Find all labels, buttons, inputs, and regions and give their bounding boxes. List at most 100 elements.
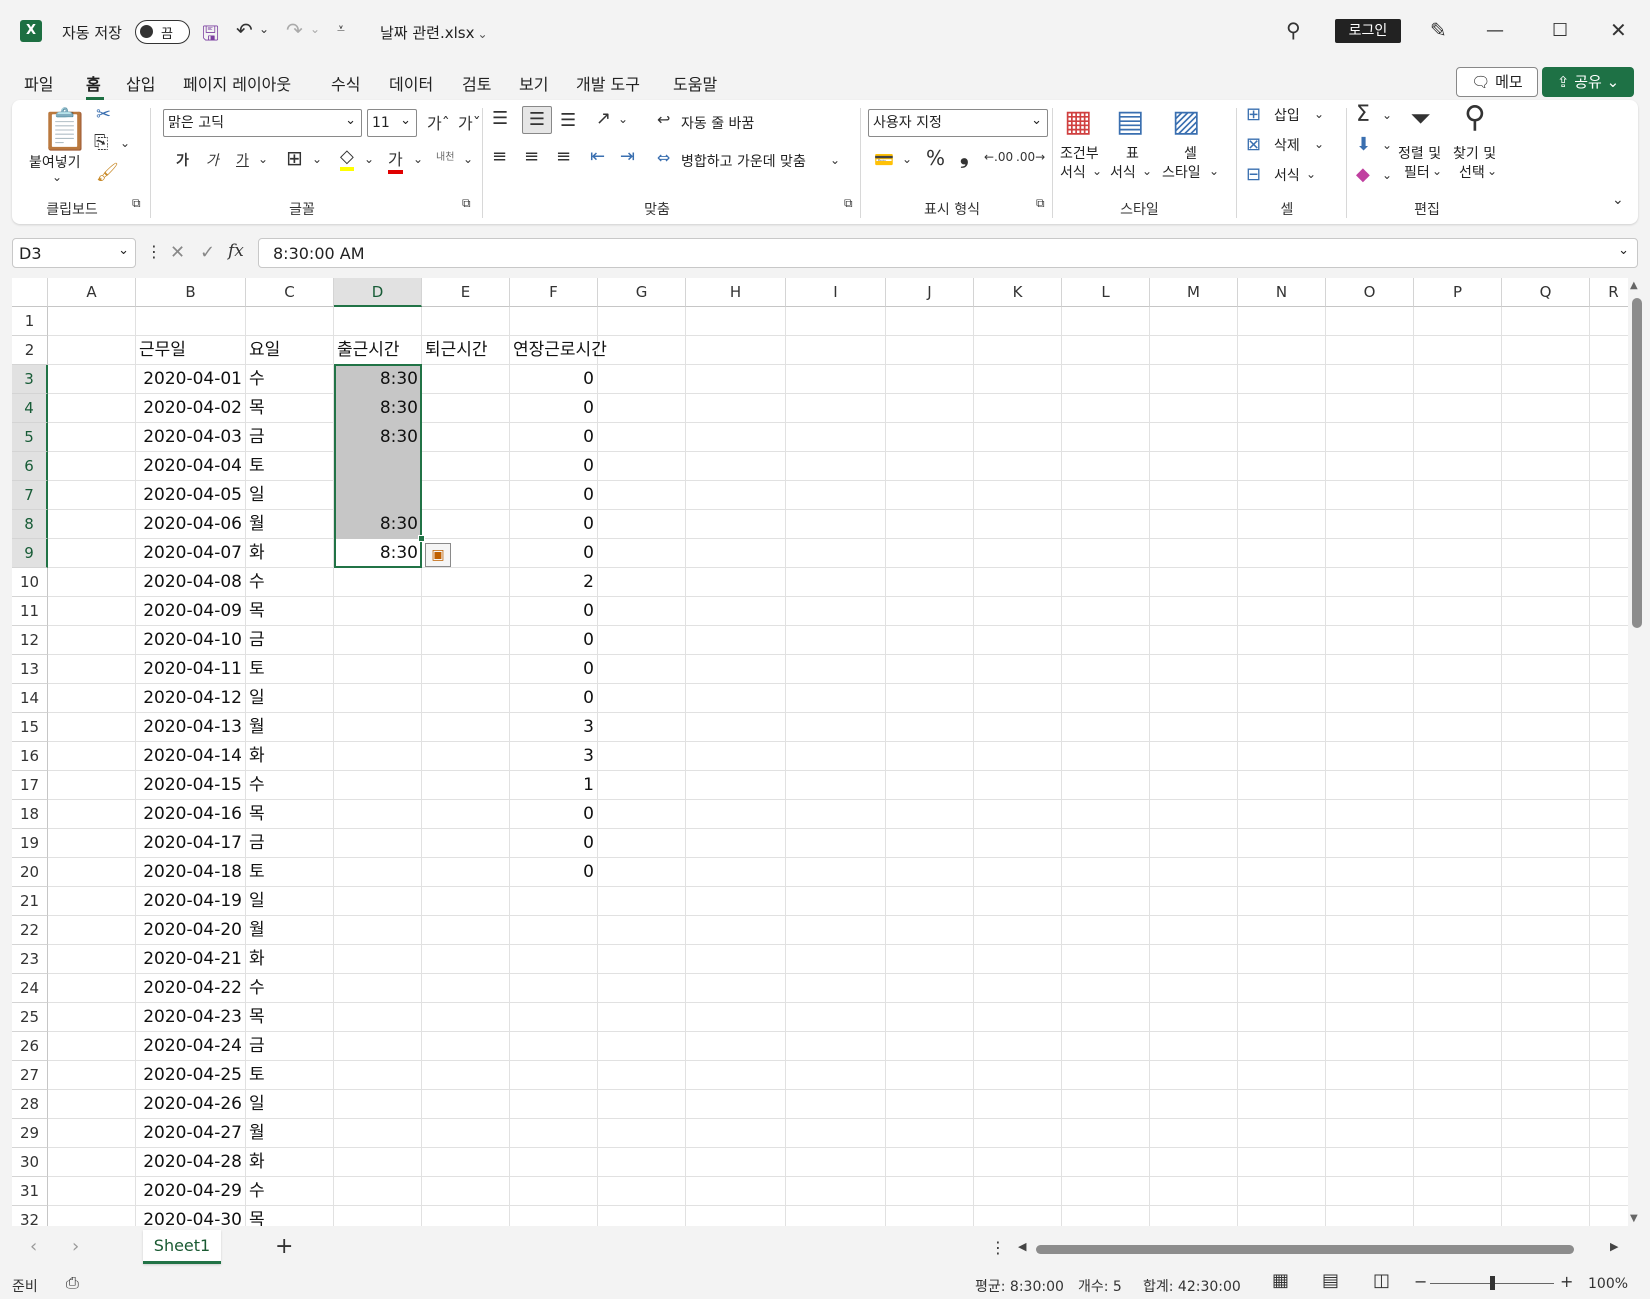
- row-header-15[interactable]: 15: [12, 713, 48, 742]
- row-header-28[interactable]: 28: [12, 1090, 48, 1119]
- tab-insert[interactable]: 삽입: [126, 71, 155, 95]
- col-header-q[interactable]: Q: [1502, 278, 1590, 307]
- search-icon[interactable]: ⚲: [1286, 18, 1301, 42]
- fill-color-icon[interactable]: ◇: [340, 146, 354, 171]
- tab-review[interactable]: 검토: [462, 71, 491, 95]
- scroll-left-icon[interactable]: ◀: [1018, 1240, 1026, 1253]
- status-sum[interactable]: 합계: 42:30:00: [1143, 1276, 1241, 1296]
- cell-b10[interactable]: 2020-04-08: [136, 568, 246, 597]
- format-as-table-label1[interactable]: 표: [1126, 143, 1139, 163]
- col-header-d[interactable]: D: [334, 278, 422, 307]
- col-header-f[interactable]: F: [510, 278, 598, 307]
- alignment-launcher-icon[interactable]: ⧉: [844, 196, 853, 211]
- clear-dropdown-icon[interactable]: ⌄: [1382, 168, 1392, 182]
- row-header-31[interactable]: 31: [12, 1177, 48, 1206]
- tab-file[interactable]: 파일: [24, 71, 53, 95]
- row-header-20[interactable]: 20: [12, 858, 48, 887]
- bold-button[interactable]: 가: [176, 150, 189, 170]
- row-header-14[interactable]: 14: [12, 684, 48, 713]
- tab-formulas[interactable]: 수식: [331, 71, 360, 95]
- cut-icon[interactable]: ✂: [96, 104, 111, 125]
- cell-c31[interactable]: 수: [249, 1177, 265, 1206]
- cell-c28[interactable]: 일: [249, 1090, 265, 1119]
- cell-b30[interactable]: 2020-04-28: [136, 1148, 246, 1177]
- cell-c23[interactable]: 화: [249, 945, 265, 974]
- decrease-font-icon[interactable]: 가ˇ: [458, 110, 481, 134]
- save-icon[interactable]: 🖫: [202, 19, 219, 53]
- increase-decimal-icon[interactable]: ←.00: [984, 150, 1013, 164]
- cell-b6[interactable]: 2020-04-04: [136, 452, 246, 481]
- cell-c32[interactable]: 목: [249, 1206, 265, 1226]
- cell-c12[interactable]: 금: [249, 626, 265, 655]
- cell-d3[interactable]: 8:30: [334, 365, 422, 394]
- autosum-icon[interactable]: Σ: [1356, 102, 1370, 127]
- paste-dropdown-icon[interactable]: ⌄: [52, 170, 62, 184]
- col-header-c[interactable]: C: [246, 278, 334, 307]
- cell-c5[interactable]: 금: [249, 423, 265, 452]
- row-header-16[interactable]: 16: [12, 742, 48, 771]
- cell-c6[interactable]: 토: [249, 452, 265, 481]
- cell-b9[interactable]: 2020-04-07: [136, 539, 246, 568]
- row-header-6[interactable]: 6: [12, 452, 48, 481]
- row-header-13[interactable]: 13: [12, 655, 48, 684]
- delete-cells-button[interactable]: 삭제: [1274, 135, 1300, 155]
- cell-d4[interactable]: 8:30: [334, 394, 422, 423]
- redo-dropdown-icon[interactable]: ⌄: [310, 22, 320, 36]
- increase-indent-icon[interactable]: ⇥: [620, 146, 635, 167]
- format-as-table-dropdown-icon[interactable]: ⌄: [1142, 164, 1152, 178]
- cell-styles-icon[interactable]: ▨: [1172, 104, 1200, 139]
- row-header-1[interactable]: 1: [12, 307, 48, 336]
- phonetic-dropdown-icon[interactable]: ⌄: [463, 152, 473, 166]
- insert-function-icon[interactable]: fx: [228, 241, 244, 261]
- cell-b27[interactable]: 2020-04-25: [136, 1061, 246, 1090]
- row-header-5[interactable]: 5: [12, 423, 48, 452]
- cell-f4[interactable]: 0: [510, 394, 598, 423]
- cell-c25[interactable]: 목: [249, 1003, 265, 1032]
- font-color-dropdown-icon[interactable]: ⌄: [413, 152, 423, 166]
- cell-b5[interactable]: 2020-04-03: [136, 423, 246, 452]
- align-middle-icon[interactable]: ☰: [522, 106, 552, 134]
- cell-f7[interactable]: 0: [510, 481, 598, 510]
- row-header-30[interactable]: 30: [12, 1148, 48, 1177]
- delete-cells-icon[interactable]: ⊠: [1246, 134, 1261, 155]
- row-header-22[interactable]: 22: [12, 916, 48, 945]
- font-size-combo[interactable]: 11: [367, 108, 417, 137]
- cell-d8[interactable]: 8:30: [334, 510, 422, 539]
- row-header-3[interactable]: 3: [12, 365, 48, 394]
- col-header-e[interactable]: E: [422, 278, 510, 307]
- italic-button[interactable]: 가: [206, 150, 219, 170]
- find-select-icon[interactable]: ⚲: [1464, 100, 1486, 135]
- cell-b21[interactable]: 2020-04-19: [136, 887, 246, 916]
- increase-font-icon[interactable]: 가ˆ: [427, 110, 450, 134]
- wrap-text-icon[interactable]: ↩: [657, 110, 670, 129]
- merge-center-icon[interactable]: ⇔: [657, 148, 670, 167]
- header-cell-e[interactable]: 퇴근시간: [425, 336, 488, 365]
- format-cells-dropdown-icon[interactable]: ⌄: [1306, 167, 1316, 181]
- fill-color-dropdown-icon[interactable]: ⌄: [364, 152, 374, 166]
- normal-view-icon[interactable]: ▦: [1272, 1270, 1289, 1291]
- delete-cells-dropdown-icon[interactable]: ⌄: [1314, 137, 1324, 151]
- cell-f11[interactable]: 0: [510, 597, 598, 626]
- font-name-combo[interactable]: 맑은 고딕: [163, 108, 362, 137]
- tab-split-handle-icon[interactable]: ⋮: [990, 1238, 1006, 1257]
- underline-dropdown-icon[interactable]: ⌄: [258, 152, 268, 166]
- cell-b28[interactable]: 2020-04-26: [136, 1090, 246, 1119]
- zoom-in-icon[interactable]: +: [1560, 1272, 1573, 1291]
- page-layout-view-icon[interactable]: ▤: [1322, 1270, 1339, 1291]
- memo-button[interactable]: 🗨 메모: [1456, 67, 1538, 97]
- col-header-o[interactable]: O: [1326, 278, 1414, 307]
- prev-sheet-icon[interactable]: ‹: [30, 1236, 37, 1257]
- cell-c29[interactable]: 월: [249, 1119, 265, 1148]
- cell-c3[interactable]: 수: [249, 365, 265, 394]
- row-header-12[interactable]: 12: [12, 626, 48, 655]
- font-launcher-icon[interactable]: ⧉: [462, 196, 471, 211]
- page-break-view-icon[interactable]: ◫: [1373, 1270, 1390, 1291]
- row-header-26[interactable]: 26: [12, 1032, 48, 1061]
- ribbon-collapse-icon[interactable]: ⌄: [1612, 192, 1624, 208]
- row-header-8[interactable]: 8: [12, 510, 48, 539]
- cell-c30[interactable]: 화: [249, 1148, 265, 1177]
- number-launcher-icon[interactable]: ⧉: [1036, 196, 1045, 211]
- cell-f5[interactable]: 0: [510, 423, 598, 452]
- row-header-18[interactable]: 18: [12, 800, 48, 829]
- wrap-text-button[interactable]: 자동 줄 바꿈: [681, 113, 754, 133]
